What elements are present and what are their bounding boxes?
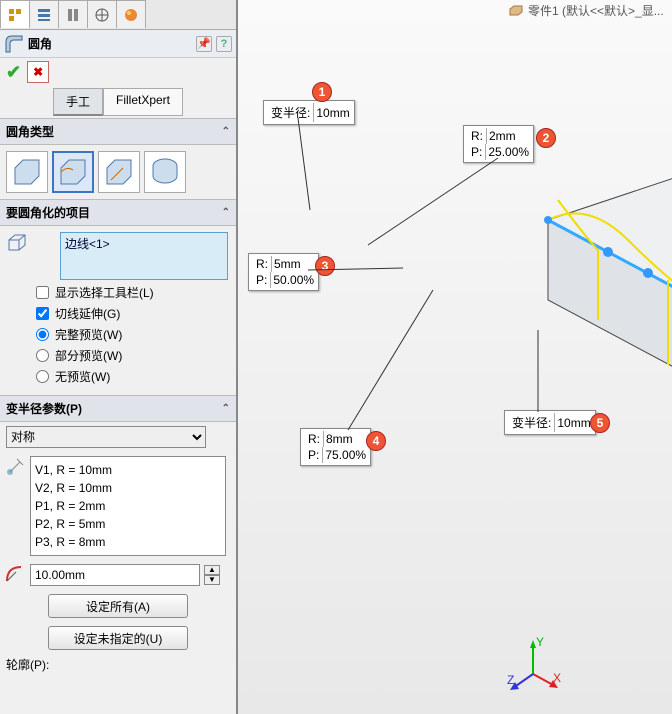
- graphics-view[interactable]: 零件1 (默认<<默认>_显... ✱ 变半径:10mm 1 R:2mm: [238, 0, 672, 714]
- tab-dimxpert-manager[interactable]: [87, 0, 117, 28]
- badge-5: 5: [590, 413, 610, 433]
- pushpin-icon[interactable]: 📌: [196, 36, 212, 52]
- set-all-button[interactable]: 设定所有(A): [48, 594, 188, 618]
- list-item[interactable]: P1, R = 2mm: [35, 497, 221, 515]
- ok-button[interactable]: ✔: [6, 62, 21, 83]
- svg-text:Z: Z: [507, 673, 514, 687]
- fillet-type-row: [6, 151, 230, 193]
- part-icon: [508, 3, 524, 19]
- breadcrumb[interactable]: 零件1 (默认<<默认>_显...: [508, 2, 664, 19]
- callout-4[interactable]: R:8mm P:75.00%: [300, 428, 371, 466]
- callout-5[interactable]: 变半径:10mm: [504, 410, 596, 435]
- tab-render-manager[interactable]: [116, 0, 146, 28]
- mode-tabs: 手工 FilletXpert: [0, 88, 236, 116]
- list-item[interactable]: V1, R = 10mm: [35, 461, 221, 479]
- list-item[interactable]: P2, R = 5mm: [35, 515, 221, 533]
- panel-tab-strip: [0, 0, 236, 30]
- spin-up[interactable]: ▲: [204, 565, 220, 575]
- edge-select-icon: [6, 232, 28, 254]
- radius-icon: [4, 562, 26, 584]
- callout-2[interactable]: R:2mm P:25.00%: [463, 125, 534, 163]
- fillet-type-constant[interactable]: [6, 151, 48, 193]
- badge-2: 2: [536, 128, 556, 148]
- tab-feature-manager[interactable]: [0, 0, 30, 28]
- fillet-icon: [4, 34, 24, 54]
- help-icon[interactable]: ?: [216, 36, 232, 52]
- no-preview-radio[interactable]: [36, 370, 49, 383]
- vertex-list-icon: [4, 456, 26, 478]
- tab-configuration-manager[interactable]: [58, 0, 88, 28]
- profile-label: 轮廓(P):: [0, 654, 236, 675]
- list-item[interactable]: V2, R = 10mm: [35, 479, 221, 497]
- tab-manual[interactable]: 手工: [53, 88, 103, 116]
- feature-title-row: 圆角 📌 ?: [0, 30, 236, 58]
- feature-title: 圆角: [28, 35, 196, 52]
- fillet-type-full-round[interactable]: [144, 151, 186, 193]
- spin-down[interactable]: ▼: [204, 575, 220, 585]
- param-list[interactable]: V1, R = 10mm V2, R = 10mm P1, R = 2mm P2…: [30, 456, 226, 556]
- section-fillet-type[interactable]: 圆角类型⌃: [0, 118, 236, 145]
- callout-1[interactable]: 变半径:10mm: [263, 100, 355, 125]
- tangent-checkbox[interactable]: [36, 307, 49, 320]
- show-toolbar-checkbox[interactable]: [36, 286, 49, 299]
- confirm-row: ✔ ✖: [0, 58, 236, 86]
- tab-property-manager[interactable]: [29, 0, 59, 28]
- chevron-up-icon: ⌃: [222, 126, 230, 137]
- badge-1: 1: [312, 82, 332, 102]
- full-preview-radio[interactable]: [36, 328, 49, 341]
- view-triad[interactable]: Y X Z: [503, 634, 563, 694]
- partial-preview-radio[interactable]: [36, 349, 49, 362]
- tab-filletxpert[interactable]: FilletXpert: [103, 88, 183, 116]
- badge-3: 3: [315, 256, 335, 276]
- edge-selection-list[interactable]: 边线<1>: [60, 232, 228, 280]
- set-unspecified-button[interactable]: 设定未指定的(U): [48, 626, 188, 650]
- fillet-type-variable[interactable]: [52, 151, 94, 193]
- cancel-button[interactable]: ✖: [27, 61, 49, 83]
- radius-input[interactable]: [30, 564, 200, 586]
- chevron-up-icon: ⌃: [222, 403, 230, 414]
- section-items[interactable]: 要圆角化的项目⌃: [0, 199, 236, 226]
- list-item[interactable]: P3, R = 8mm: [35, 533, 221, 551]
- callout-3[interactable]: R:5mm P:50.00%: [248, 253, 319, 291]
- symmetry-select[interactable]: 对称: [6, 426, 206, 448]
- svg-text:Y: Y: [536, 635, 544, 649]
- fillet-type-face[interactable]: [98, 151, 140, 193]
- property-manager-panel: 圆角 📌 ? ✔ ✖ 手工 FilletXpert 圆角类型⌃ 要圆角化的项目⌃…: [0, 0, 238, 714]
- badge-4: 4: [366, 431, 386, 451]
- chevron-up-icon: ⌃: [222, 207, 230, 218]
- svg-text:X: X: [553, 671, 561, 685]
- section-params[interactable]: 变半径参数(P)⌃: [0, 395, 236, 422]
